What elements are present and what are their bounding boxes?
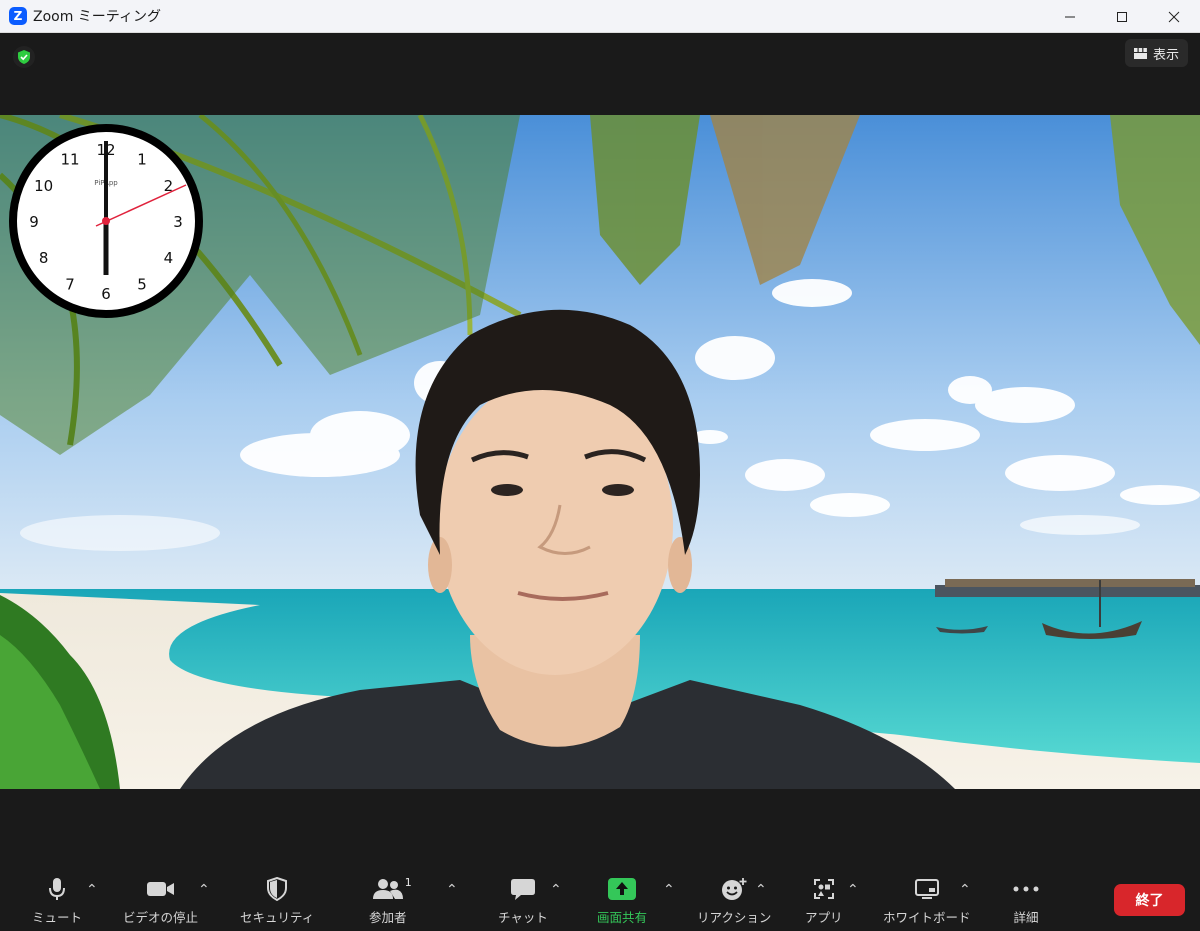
whiteboard-options-caret[interactable]: ⌃ [959,882,971,898]
shield-icon [266,876,288,901]
microphone-icon [47,876,67,901]
apps-icon [812,876,836,901]
chat-label: チャット [498,910,548,925]
clock-overlay[interactable]: PiPApp 121234567891011 [8,123,204,319]
clock-numeral: 7 [65,275,75,293]
smiley-icon [720,876,748,901]
apps-button[interactable]: アプリ [805,876,843,926]
grid-view-icon [1133,47,1147,59]
clock-numeral: 5 [137,275,147,293]
clock-numeral: 1 [137,151,147,169]
reactions-options-caret[interactable]: ⌃ [755,882,767,898]
participants-button[interactable]: 1 参加者 [369,876,412,926]
clock-numeral: 10 [34,177,53,195]
chat-bubble-icon [510,876,536,901]
clock-numeral: 3 [173,213,183,231]
participants-count: 1 [404,876,412,889]
chat-options-caret[interactable]: ⌃ [550,882,562,898]
video-camera-icon [146,876,176,901]
end-meeting-button[interactable]: 終了 [1114,884,1185,916]
mute-button[interactable]: ミュート [32,876,82,926]
window-titlebar: Z Zoom ミーティング [0,0,1200,33]
more-button[interactable]: 詳細 [1013,876,1039,926]
view-label: 表示 [1152,47,1179,63]
encryption-shield-icon[interactable] [13,46,35,68]
clock-numeral: 6 [101,285,111,303]
clock-numeral: 8 [39,249,49,267]
meeting-topbar: 表示 [0,33,1200,115]
share-screen-icon [608,876,636,901]
close-icon [1168,11,1180,22]
stop-video-label: ビデオの停止 [123,910,199,925]
minimize-button[interactable] [1044,0,1096,33]
zoom-app-icon: Z [9,7,27,25]
water-bungalows [935,579,1200,597]
clock-numeral: 11 [60,151,79,169]
security-label: セキュリティ [240,910,315,925]
apps-label: アプリ [805,910,843,925]
window-controls [1044,0,1200,33]
stop-video-button[interactable]: ビデオの停止 [123,876,198,926]
apps-options-caret[interactable]: ⌃ [847,882,859,898]
maximize-button[interactable] [1096,0,1148,33]
participants-label: 参加者 [369,910,407,925]
more-label: 詳細 [1013,910,1039,925]
more-dots-icon [1013,876,1039,901]
meeting-toolbar: ミュート ⌃ ビデオの停止 ⌃ セキュリティ 1 参加者 ⌃ チャット ⌃ 画面… [0,789,1200,931]
maximize-icon [1117,11,1127,22]
close-button[interactable] [1148,0,1200,33]
share-screen-button[interactable]: 画面共有 [597,876,647,926]
participants-icon: 1 [372,876,412,901]
reactions-label: リアクション [697,910,772,925]
clock-numeral: 4 [164,249,174,267]
end-meeting-label: 終了 [1135,893,1164,909]
clock-numeral: 9 [29,213,39,231]
whiteboard-label: ホワイトボード [883,910,971,925]
mute-label: ミュート [32,910,83,925]
mute-options-caret[interactable]: ⌃ [86,882,98,898]
whiteboard-button[interactable]: ホワイトボード [883,876,971,926]
participants-options-caret[interactable]: ⌃ [446,882,458,898]
share-screen-label: 画面共有 [597,910,648,925]
analog-clock: PiPApp 121234567891011 [9,124,203,318]
window-title: Zoom ミーティング [33,9,161,25]
view-button[interactable]: 表示 [1124,39,1188,67]
share-options-caret[interactable]: ⌃ [663,882,675,898]
video-options-caret[interactable]: ⌃ [198,882,210,898]
security-button[interactable]: セキュリティ [240,876,314,926]
clock-center [102,217,110,225]
chat-button[interactable]: チャット [498,876,548,926]
whiteboard-icon [914,876,940,901]
minimize-icon [1065,16,1075,17]
